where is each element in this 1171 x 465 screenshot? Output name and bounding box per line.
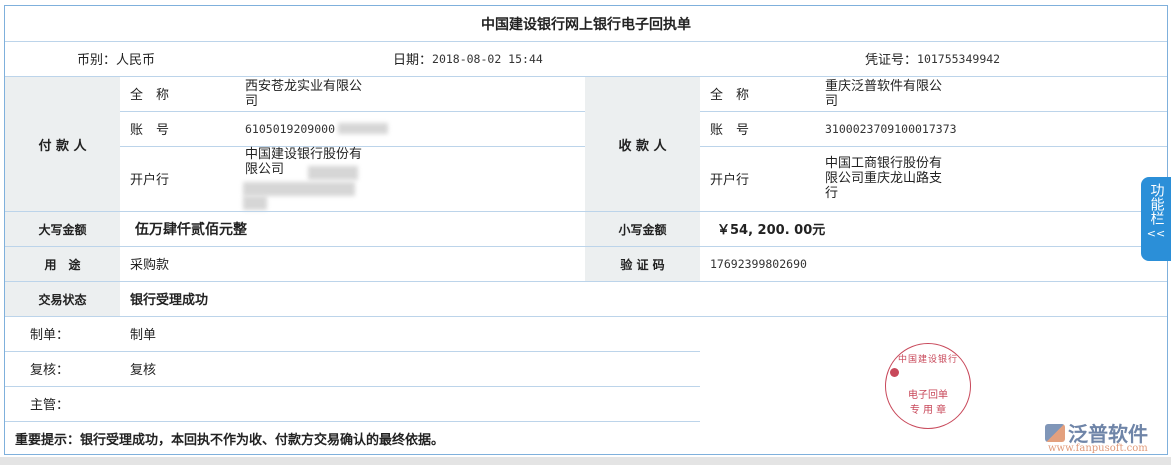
bank-seal: 中国建设银行 电子回单 专 用 章 bbox=[885, 343, 971, 429]
maker: 制单 bbox=[130, 328, 157, 343]
payer-account: 6105019209000 bbox=[245, 121, 336, 136]
checker: 复核 bbox=[130, 363, 157, 378]
date: 日期： 2018-08-02 15:44 bbox=[393, 41, 543, 76]
brand-url: www.fanpusoft.com bbox=[1048, 443, 1148, 454]
function-panel-label: 功能栏 bbox=[1148, 183, 1165, 225]
purpose-label: 用 途 bbox=[5, 247, 120, 281]
currency-value: 人民币 bbox=[116, 53, 156, 68]
payer-header: 付 款 人 bbox=[5, 77, 120, 211]
redacted-blur bbox=[243, 182, 355, 196]
amount-upper-label: 大写金额 bbox=[5, 212, 120, 246]
payee-account-label: 账 号 bbox=[710, 123, 750, 138]
voucher: 凭证号： 101755349942 bbox=[865, 41, 1000, 76]
date-label: 日期： bbox=[393, 53, 433, 68]
payer-name-label: 全 称 bbox=[130, 88, 170, 103]
receipt-title: 中国建设银行网上银行电子回执单 bbox=[481, 16, 691, 33]
purpose: 采购款 bbox=[130, 258, 170, 273]
redacted-blur bbox=[243, 196, 267, 210]
seal-ring-text: 中国建设银行 bbox=[897, 355, 958, 365]
collapse-arrow-icon: << bbox=[1146, 227, 1166, 240]
amount-upper: 伍万肆仟贰佰元整 bbox=[135, 221, 247, 238]
payer-name: 西安苍龙实业有限公司 bbox=[245, 78, 363, 109]
payee-bank: 中国工商银行股份有限公司重庆龙山路支行 bbox=[825, 156, 943, 201]
payee-name: 重庆泛普软件有限公司 bbox=[825, 78, 943, 109]
function-panel-toggle[interactable]: 功能栏 << bbox=[1141, 177, 1171, 261]
verify-label: 验 证 码 bbox=[585, 247, 700, 281]
status-label: 交易状态 bbox=[5, 282, 120, 316]
checker-label: 复核： bbox=[30, 363, 70, 378]
seal-line2: 专 用 章 bbox=[909, 405, 947, 416]
date-value: 2018-08-02 15:44 bbox=[432, 51, 543, 66]
payee-header: 收 款 人 bbox=[585, 77, 700, 211]
currency-label: 币别： bbox=[77, 53, 117, 68]
voucher-value: 101755349942 bbox=[917, 51, 1001, 66]
status-value: 银行受理成功 bbox=[130, 293, 209, 308]
redacted-blur bbox=[308, 166, 358, 180]
receipt: 中国建设银行网上银行电子回执单 币别： 人民币 日期： 2018-08-02 15:… bbox=[4, 5, 1168, 455]
amount-lower: ￥54, 200. 00元 bbox=[717, 223, 826, 238]
payer-account-label: 账 号 bbox=[130, 123, 170, 138]
amount-lower-label: 小写金额 bbox=[585, 212, 700, 246]
maker-label: 制单： bbox=[30, 328, 70, 343]
verify-code: 17692399802690 bbox=[710, 256, 807, 271]
notice: 重要提示：银行受理成功，本回执不作为收、付款方交易确认的最终依据。 bbox=[15, 432, 445, 448]
bottom-bar bbox=[0, 457, 1171, 465]
redacted-blur bbox=[338, 123, 388, 134]
payee-bank-label: 开户行 bbox=[710, 173, 750, 188]
payer-bank-label: 开户行 bbox=[130, 173, 170, 188]
currency: 币别： 人民币 bbox=[77, 41, 155, 76]
voucher-label: 凭证号： bbox=[865, 53, 918, 68]
ccb-logo-icon bbox=[890, 368, 899, 377]
payee-account: 3100023709100017373 bbox=[825, 121, 957, 136]
seal-line1: 电子回单 bbox=[908, 390, 948, 401]
payee-name-label: 全 称 bbox=[710, 88, 750, 103]
supervisor-label: 主管： bbox=[30, 398, 70, 413]
logo-icon bbox=[1045, 423, 1065, 442]
